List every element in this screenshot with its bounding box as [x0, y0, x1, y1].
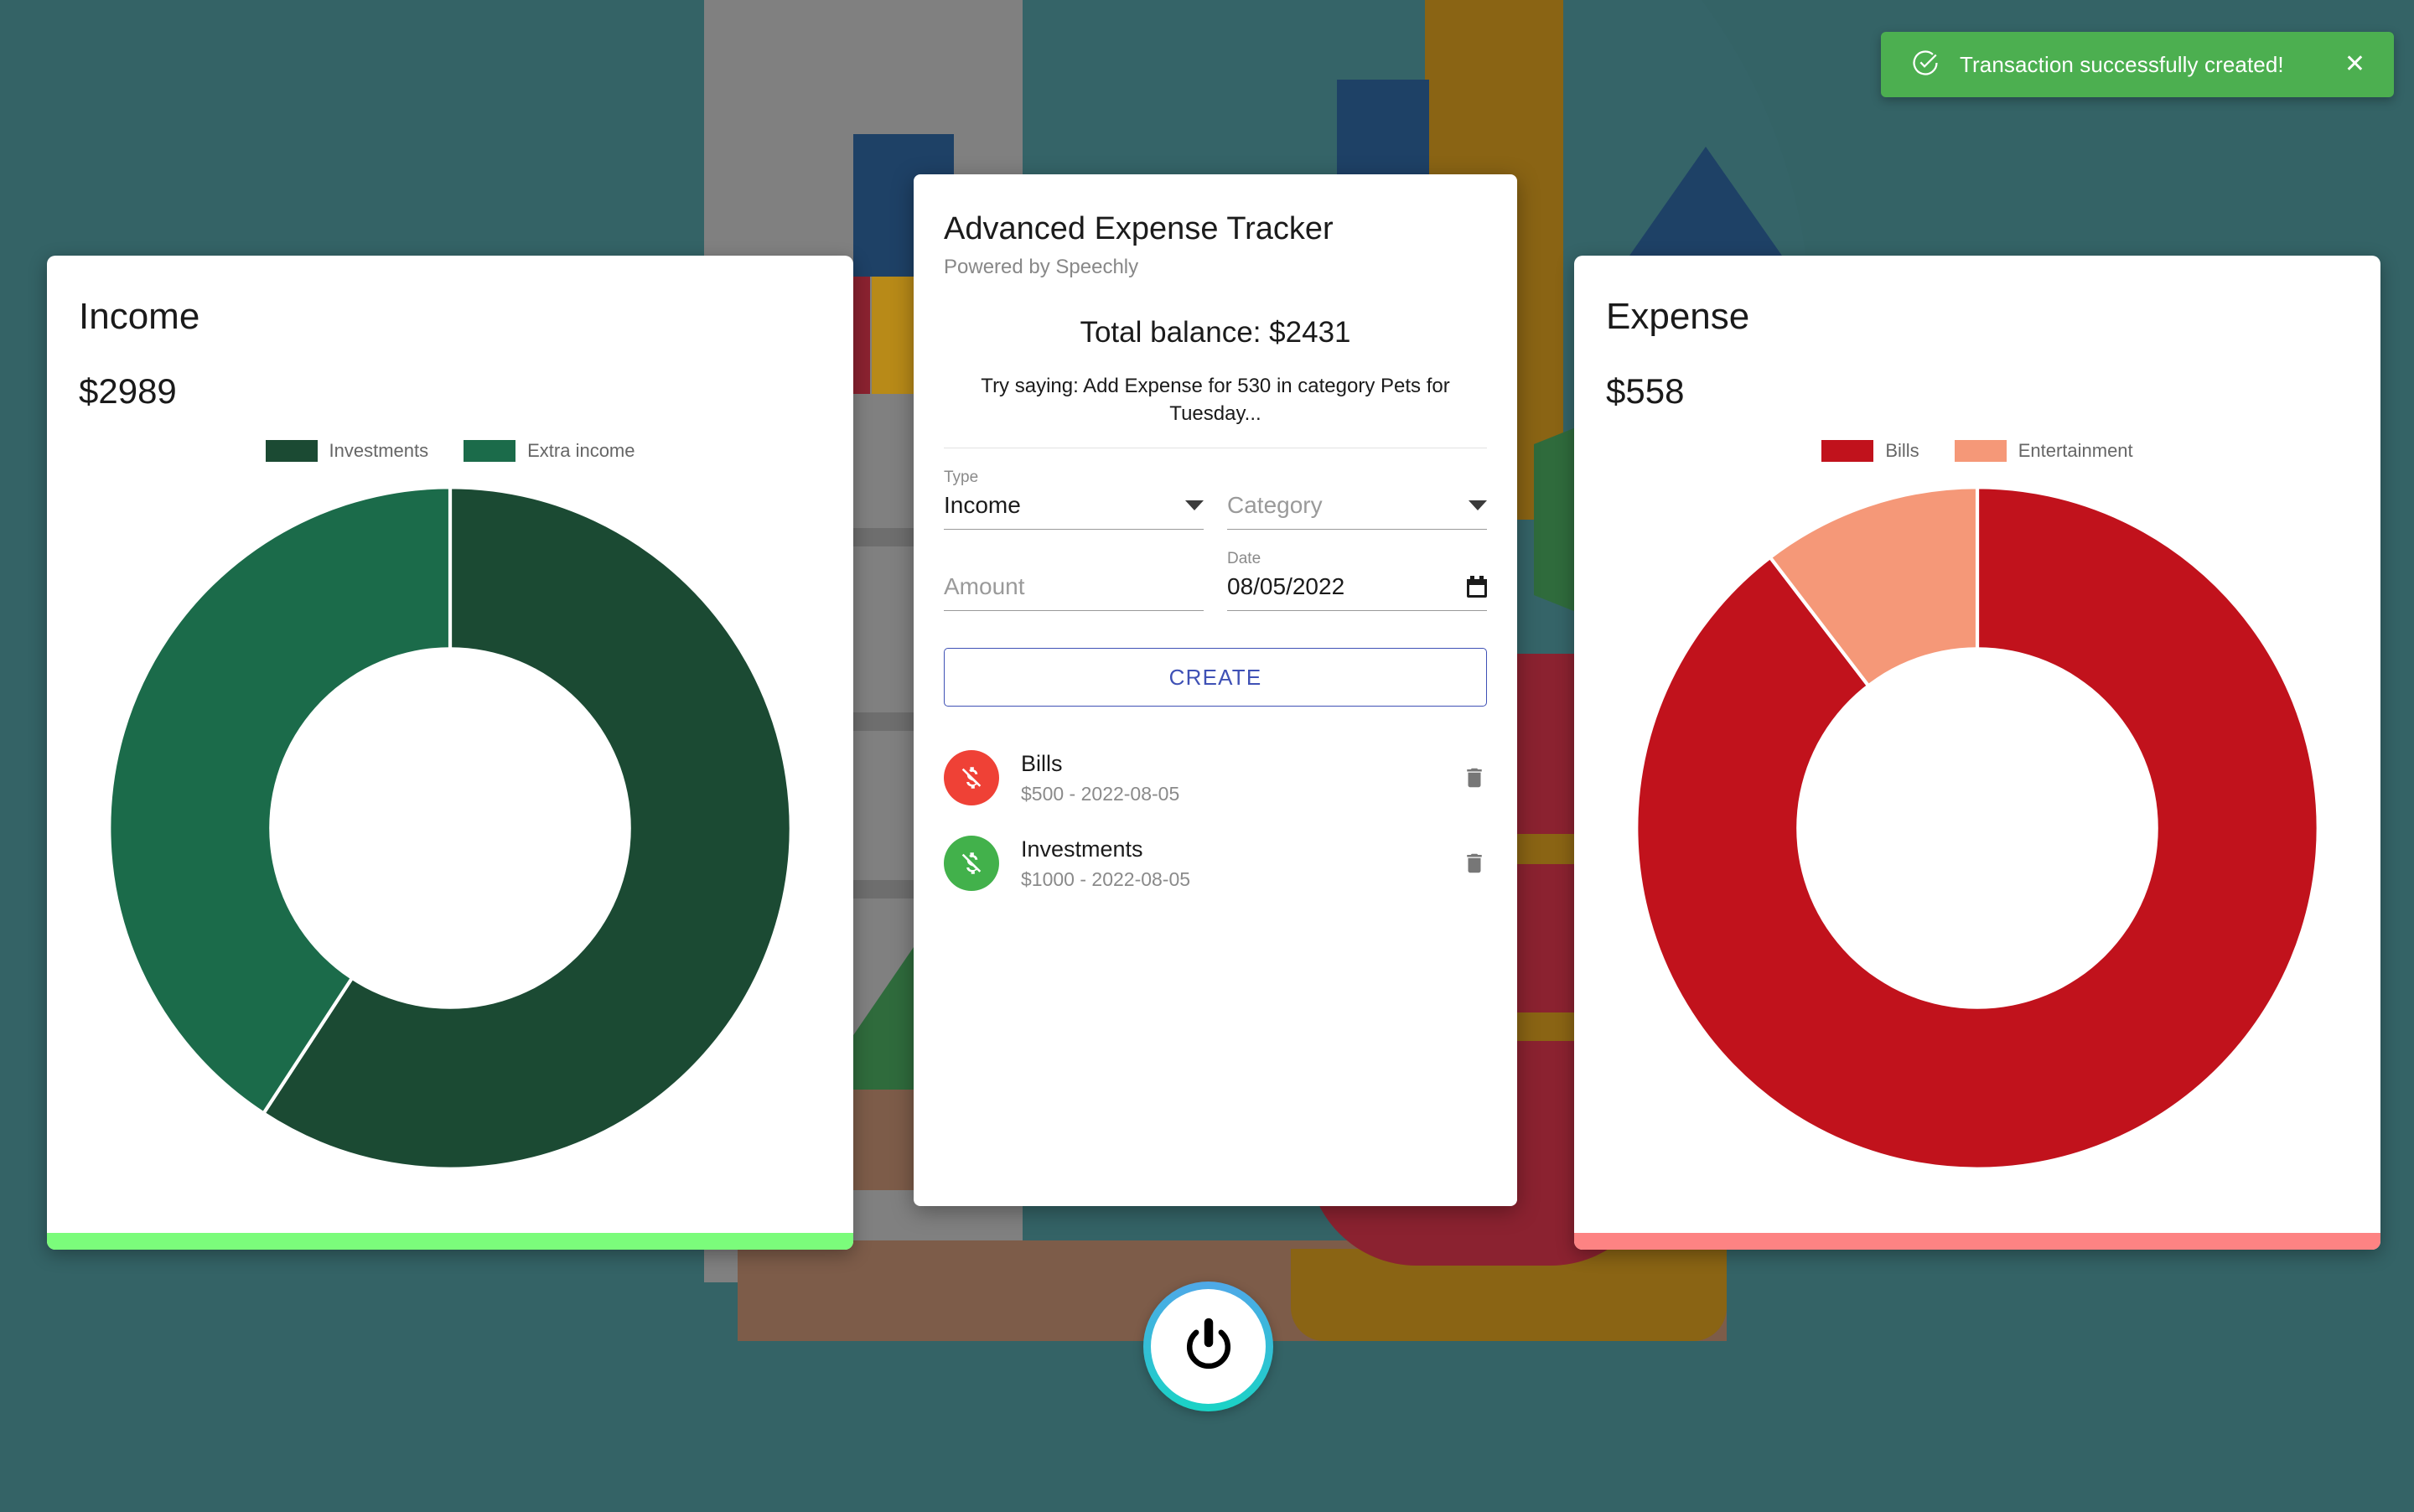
legend-label: Extra income: [527, 440, 635, 461]
transaction-title: Bills: [1021, 750, 1063, 776]
expense-tracker-panel: Advanced Expense Tracker Powered by Spee…: [914, 174, 1517, 1206]
trash-icon[interactable]: [1462, 764, 1487, 792]
type-field[interactable]: Type Income: [944, 463, 1204, 531]
expense-donut-chart: [1574, 480, 2380, 1176]
legend-item: Bills: [1821, 440, 1919, 462]
close-icon[interactable]: ✕: [2344, 52, 2365, 77]
book: [1337, 80, 1429, 180]
legend-label: Entertainment: [2018, 440, 2133, 461]
date-input[interactable]: 08/05/2022: [1227, 567, 1487, 612]
income-card-amount: $2989: [79, 371, 177, 411]
avatar: [944, 750, 999, 806]
page-subtitle: Powered by Speechly: [944, 256, 1139, 278]
transaction-text: Bills $500 - 2022-08-05: [1021, 751, 1440, 805]
list-item: Investments $1000 - 2022-08-05: [944, 821, 1487, 906]
income-donut-svg: [107, 485, 793, 1171]
legend-item: Entertainment: [1954, 440, 2133, 462]
type-select[interactable]: Income: [944, 485, 1204, 531]
legend-swatch: [1954, 440, 2007, 462]
expense-card-amount: $558: [1606, 371, 1685, 411]
category-field[interactable]: Category: [1227, 463, 1487, 531]
date-field[interactable]: Date 08/05/2022: [1227, 545, 1487, 612]
delete-transaction-button[interactable]: [1462, 764, 1487, 792]
roof-triangle: [1618, 147, 1794, 272]
income-chart-legend: Investments Extra income: [47, 440, 853, 462]
amount-field[interactable]: Amount: [944, 545, 1204, 612]
chevron-down-icon: [1185, 500, 1204, 511]
legend-swatch: [1821, 440, 1874, 462]
check-circle-icon: [1911, 49, 1940, 81]
voice-mic-button[interactable]: [1143, 1282, 1273, 1411]
expense-card-bar: [1574, 1233, 2380, 1250]
amount-input[interactable]: Amount: [944, 567, 1204, 612]
income-card-bar: [47, 1233, 853, 1250]
voice-hint-text: Try saying: Add Expense for 530 in categ…: [944, 373, 1487, 449]
transaction-title: Investments: [1021, 836, 1143, 862]
list-item: Bills $500 - 2022-08-05: [944, 735, 1487, 821]
legend-swatch: [464, 440, 516, 462]
power-icon: [1186, 1318, 1230, 1369]
total-balance: Total balance: $2431: [1080, 316, 1351, 349]
transaction-detail: $500 - 2022-08-05: [1021, 782, 1180, 805]
legend-label: Investments: [329, 440, 429, 461]
legend-item: Extra income: [464, 440, 635, 462]
transaction-list: Bills $500 - 2022-08-05 Investments $1000 -…: [944, 735, 1487, 906]
amount-placeholder: Amount: [944, 573, 1025, 600]
form-row-type-category: Type Income Category: [944, 463, 1487, 531]
trash-icon[interactable]: [1462, 849, 1487, 878]
expense-chart-legend: Bills Entertainment: [1574, 440, 2380, 462]
legend-swatch: [265, 440, 318, 462]
income-card-title: Income: [79, 296, 200, 337]
income-card: Income $2989 Investments Extra income: [47, 256, 853, 1250]
avatar: [944, 836, 999, 892]
transaction-text: Investments $1000 - 2022-08-05: [1021, 836, 1440, 891]
transaction-detail: $1000 - 2022-08-05: [1021, 867, 1191, 890]
income-donut-chart: [47, 480, 853, 1176]
category-select[interactable]: Category: [1227, 485, 1487, 531]
chevron-down-icon: [1469, 500, 1487, 511]
delete-transaction-button[interactable]: [1462, 849, 1487, 878]
category-value: Category: [1227, 492, 1323, 519]
date-value: 08/05/2022: [1227, 573, 1345, 600]
page-title: Advanced Expense Tracker: [944, 211, 1334, 246]
mic-button-inner: [1151, 1289, 1266, 1404]
date-label: Date: [1227, 550, 1261, 568]
form-row-amount-date: Amount Date 08/05/2022: [944, 545, 1487, 612]
expense-donut-svg: [1634, 485, 2320, 1171]
legend-item: Investments: [265, 440, 429, 462]
legend-label: Bills: [1885, 440, 1919, 461]
expense-card-title: Expense: [1606, 296, 1750, 337]
toast-message: Transaction successfully created!: [1960, 51, 2284, 77]
money-off-icon: [961, 852, 982, 874]
type-label: Type: [944, 469, 979, 487]
toast-notification: Transaction successfully created! ✕: [1881, 32, 2394, 97]
money-off-icon: [961, 767, 982, 789]
create-button[interactable]: CREATE: [944, 648, 1487, 707]
expense-card: Expense $558 Bills Entertainment: [1574, 256, 2380, 1250]
calendar-icon[interactable]: [1467, 576, 1487, 598]
type-value: Income: [944, 492, 1021, 519]
